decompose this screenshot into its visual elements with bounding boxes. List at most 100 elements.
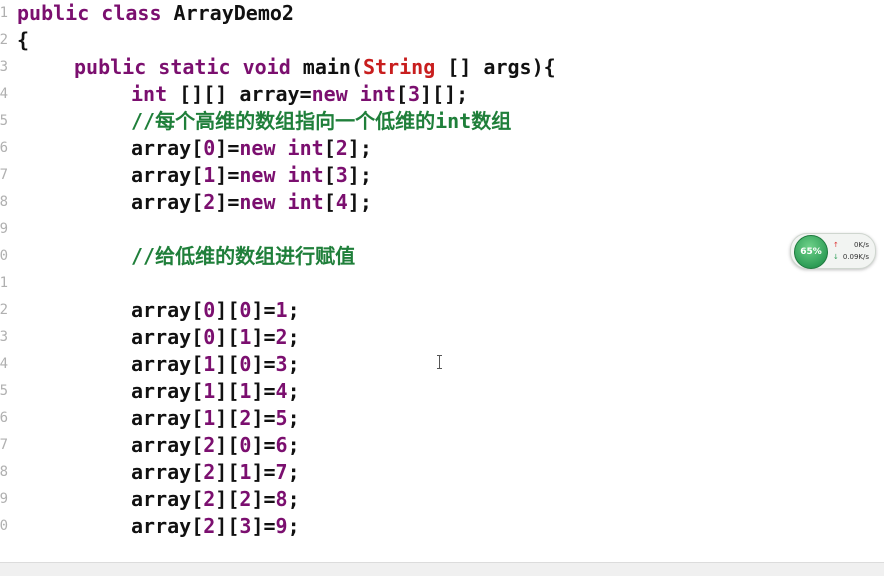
operator-token: ]= (251, 406, 276, 430)
comment-text: 给低维的数组进行赋值 (155, 244, 356, 268)
identifier-token: array[ (131, 406, 204, 430)
comment-tail: 数组 (471, 109, 512, 133)
code-line-main-decl[interactable]: public static void main(String [] args){ (74, 54, 556, 81)
bracket-token: ][ (215, 433, 240, 457)
identifier-token: array[ (131, 460, 204, 484)
comment-int: int (435, 109, 472, 133)
code-line-alloc-1[interactable]: array[1]=new int[3]; (131, 162, 372, 189)
brace-token: { (17, 28, 30, 52)
number-token: 2 (203, 433, 216, 457)
number-token: 0 (203, 298, 216, 322)
number-token: 8 (275, 487, 288, 511)
code-line-assign[interactable]: array[2][2]=8; (131, 486, 300, 513)
operator-token: ]= (251, 325, 276, 349)
code-line-assign[interactable]: array[1][1]=4; (131, 378, 300, 405)
code-line-assign[interactable]: array[0][0]=1; (131, 297, 300, 324)
identifier-token: array[ (131, 514, 204, 538)
upload-rate: ↑ 0K/s (833, 240, 873, 251)
number-token: 0 (203, 136, 216, 160)
up-arrow-icon: ↑ (833, 241, 839, 249)
number-token: 3 (407, 82, 421, 106)
code-editor[interactable]: 1 2 3 4 5 6 7 8 9 0 1 2 3 4 5 6 7 8 9 0 … (0, 0, 884, 562)
number-token: 5 (275, 406, 288, 430)
number-token: 1 (203, 379, 216, 403)
semicolon-token: ; (287, 514, 300, 538)
semicolon-token: ; (287, 460, 300, 484)
operator-token: ]= (215, 190, 240, 214)
number-token: 3 (335, 163, 348, 187)
bracket-token: ][ (215, 325, 240, 349)
upload-rate-value: 0K/s (853, 241, 869, 249)
number-token: 3 (239, 514, 252, 538)
number-token: 1 (203, 352, 216, 376)
string-class-token: String (363, 55, 436, 79)
keyword-token: int (131, 82, 168, 106)
bracket-token: ][ (215, 406, 240, 430)
identifier-token: array[ (131, 136, 204, 160)
bracket-token: ][ (215, 514, 240, 538)
status-bar (0, 562, 884, 576)
operator-token: ]= (251, 298, 276, 322)
number-token: 9 (275, 514, 288, 538)
semicolon-token: ; (287, 352, 300, 376)
code-line-assign[interactable]: array[0][1]=2; (131, 324, 300, 351)
code-line-comment[interactable]: //每个高维的数组指向一个低维的int数组 (131, 108, 511, 135)
code-line-assign[interactable]: array[2][1]=7; (131, 459, 300, 486)
number-token: 0 (239, 433, 252, 457)
operator-token: ]= (251, 379, 276, 403)
number-token: 0 (239, 298, 252, 322)
code-line-alloc-2[interactable]: array[2]=new int[4]; (131, 189, 372, 216)
down-arrow-icon: ↓ (833, 253, 839, 261)
semicolon-token: ; (287, 379, 300, 403)
code-line-assign[interactable]: array[2][3]=9; (131, 513, 300, 540)
code-line-comment-assign[interactable]: //给低维的数组进行赋值 (131, 243, 355, 270)
operator-token: ]= (251, 433, 276, 457)
number-token: 1 (275, 298, 288, 322)
semicolon-token: ; (287, 433, 300, 457)
comment-prefix: // (131, 109, 156, 133)
operator-token: ]= (251, 352, 276, 376)
operator-token: ]= (251, 514, 276, 538)
code-line-array-decl[interactable]: int [][] array=new int[3][]; (131, 81, 468, 108)
semicolon-token: ; (287, 487, 300, 511)
semicolon-token: ; (287, 406, 300, 430)
download-rate: ↓ 0.09K/s (833, 252, 873, 263)
identifier-token: array[ (131, 298, 204, 322)
keyword-token: public class (17, 1, 162, 25)
code-line-alloc-0[interactable]: array[0]=new int[2]; (131, 135, 372, 162)
code-line-assign[interactable]: array[2][0]=6; (131, 432, 300, 459)
bracket-token: [ (395, 82, 408, 106)
comment-text: 每个高维的数组指向一个低维的 (155, 109, 436, 133)
keyword-token: new int (239, 190, 324, 214)
bracket-token: ]; (347, 136, 372, 160)
code-line-class-decl[interactable]: public class ArrayDemo2 (17, 0, 294, 27)
code-line-assign[interactable]: array[1][2]=5; (131, 405, 300, 432)
number-token: 0 (239, 352, 252, 376)
bracket-token: ][ (215, 379, 240, 403)
identifier-token: array[ (131, 325, 204, 349)
code-line-assign[interactable]: array[1][0]=3; (131, 351, 300, 378)
operator-token: ]= (251, 460, 276, 484)
memory-usage-badge[interactable]: 65% (794, 235, 828, 269)
number-token: 7 (275, 460, 288, 484)
number-token: 6 (275, 433, 288, 457)
code-area[interactable]: public class ArrayDemo2 { public static … (0, 0, 884, 562)
comment-prefix: // (131, 244, 156, 268)
code-line-open-brace[interactable]: { (17, 27, 29, 54)
identifier-token: array[ (131, 433, 204, 457)
identifier-token: [][] array= (167, 82, 312, 106)
number-token: 1 (203, 406, 216, 430)
number-token: 4 (275, 379, 288, 403)
bracket-token: ][ (215, 460, 240, 484)
bracket-token: [ (323, 190, 336, 214)
keyword-token: new int (239, 136, 324, 160)
bracket-token: ]; (347, 163, 372, 187)
network-speed-widget[interactable]: 65% ↑ 0K/s ↓ 0.09K/s (790, 233, 876, 269)
number-token: 2 (239, 406, 252, 430)
keyword-token: new int (311, 82, 396, 106)
number-token: 1 (239, 325, 252, 349)
operator-token: ]= (215, 136, 240, 160)
download-rate-value: 0.09K/s (842, 253, 869, 261)
number-token: 2 (335, 136, 348, 160)
number-token: 1 (203, 163, 216, 187)
